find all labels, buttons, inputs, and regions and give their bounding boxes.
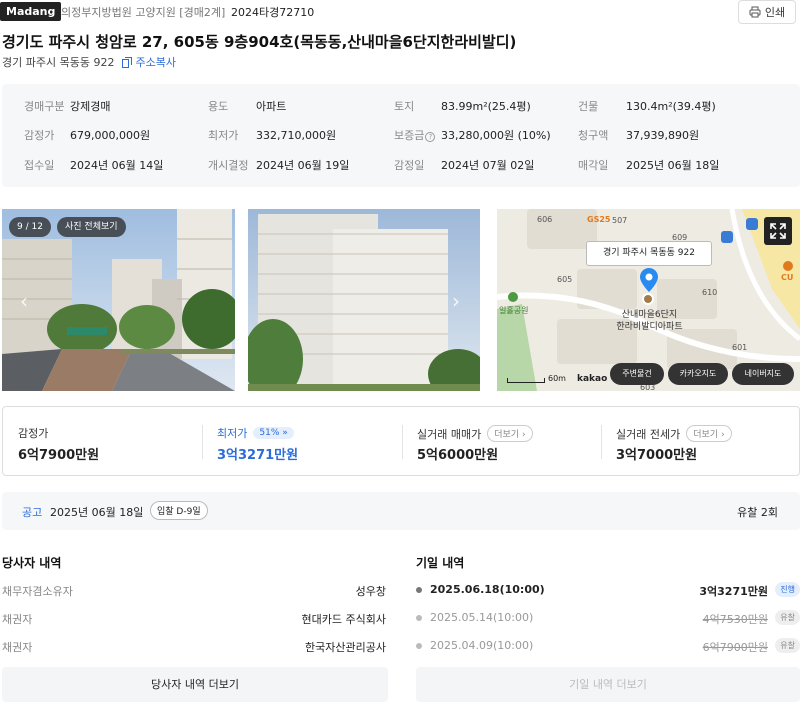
fail-count: 유찰 2회 [737, 506, 778, 519]
help-icon[interactable]: ? [425, 132, 436, 142]
minimum-price: 최저가 51% » 3억3271만원 [217, 427, 299, 463]
auction-info-grid: 경매구분 강제경매 용도 아파트 토지 83.99m²(25.4평) 건물 130.4m… [2, 84, 800, 187]
bus-stop-icon [746, 218, 758, 230]
dday-badge: 입찰 D-9일 [150, 501, 208, 520]
sub-address: 경기 파주시 목동동 922 [2, 56, 115, 69]
status-dot [416, 615, 422, 621]
map-label: 601 [732, 343, 748, 352]
double-chevron-down-icon: » [282, 428, 288, 438]
map-label: 507 [612, 216, 628, 225]
sale-price: 실거래 매매가 더보기 › 5억6000만원 [403, 407, 602, 475]
logo[interactable]: Madang [0, 2, 62, 21]
view-all-photos-button[interactable]: 사진 전체보기 [57, 217, 126, 237]
info-cell: 청구액 37,939,890원 [578, 129, 700, 142]
map-label: 606 [537, 215, 553, 224]
info-cell: 경매구분 강제경매 [24, 100, 111, 113]
print-label: 인쇄 [764, 6, 786, 19]
info-cell: 용도 아파트 [208, 100, 287, 113]
next-photo-icon[interactable]: › [452, 289, 460, 313]
map-label: CU [781, 273, 794, 282]
table-row: 채권자 현대카드 주식회사 [2, 613, 386, 626]
kakao-map-button[interactable]: 카카오지도 [668, 363, 728, 385]
info-cell: 매각일 2025년 06월 18일 [578, 159, 720, 172]
info-cell: 개시결정 2024년 06월 19일 [208, 159, 350, 172]
apartment-marker-icon [642, 293, 654, 305]
status-dot [416, 643, 422, 649]
kakao-logo: kakao [577, 374, 608, 384]
parties-title: 당사자 내역 [2, 556, 62, 570]
copy-address-button[interactable]: 주소복사 [122, 54, 176, 70]
property-photo-2[interactable]: › [248, 209, 480, 391]
print-button[interactable]: 인쇄 [738, 0, 796, 24]
list-item: 2025.06.18(10:00) 3억3271만원 진행 [416, 582, 800, 603]
map-label: 610 [702, 288, 718, 297]
table-row: 채무자겸소유자 성우창 [2, 585, 386, 598]
notice-bar: 공고 2025년 06월 18일 입찰 D-9일 유찰 2회 [2, 492, 800, 530]
page-title: 경기도 파주시 청암로 27, 605동 9층904호(목동동,산내마을6단지한… [2, 33, 517, 51]
info-cell: 접수일 2024년 06월 14일 [24, 159, 164, 172]
map-label: 605 [557, 275, 573, 284]
table-row: 채권자 한국자산관리공사 [2, 641, 386, 654]
top-bar: Madang 의정부지방법원 고양지원 [경매2계] 2024타경72710 인… [0, 0, 802, 24]
info-cell: 감정일 2024년 07월 02일 [394, 159, 535, 172]
list-item: 2025.04.09(10:00) 6억7900만원 유찰 [416, 638, 800, 659]
photo-counter: 9 / 12 [9, 217, 51, 237]
notice-date: 2025년 06월 18일 [50, 506, 144, 519]
map-address-callout: 경기 파주시 목동동 922 [586, 241, 712, 266]
status-badge: 유찰 [775, 610, 800, 625]
map-label: 일홀공원 [499, 306, 529, 315]
printer-icon [749, 6, 761, 18]
list-item: 2025.05.14(10:00) 4억7530만원 유찰 [416, 610, 800, 631]
jeonse-price: 실거래 전세가 더보기 › 3억7000만원 [602, 407, 799, 475]
chevron-right-icon: › [521, 430, 526, 440]
jeonse-more-button[interactable]: 더보기 › [686, 425, 732, 442]
sale-more-button[interactable]: 더보기 › [487, 425, 533, 442]
park-icon [508, 292, 518, 302]
status-badge: 유찰 [775, 638, 800, 653]
parties-more-button[interactable]: 당사자 내역 더보기 [2, 667, 388, 702]
naver-map-button[interactable]: 네이버지도 [732, 363, 794, 385]
nearby-listings-button[interactable]: 주변물건 [610, 363, 664, 385]
info-cell: 최저가 332,710,000원 [208, 129, 337, 142]
chevron-right-icon: › [720, 430, 725, 440]
status-badge: 진행 [775, 582, 800, 597]
history-more-button[interactable]: 기일 내역 더보기 [416, 667, 800, 702]
price-summary: 감정가 6억7900만원 최저가 51% » 3억3271만원 실거래 매매가 … [2, 406, 800, 476]
copy-icon [122, 56, 133, 68]
info-cell: 보증금? 33,280,000원 (10%) [394, 129, 551, 142]
photo-2-image [248, 209, 480, 391]
copy-address-label: 주소복사 [135, 56, 176, 69]
sub-address-row: 경기 파주시 목동동 922 주소복사 [2, 54, 176, 70]
map-label: GS25 [587, 215, 611, 224]
info-cell: 토지 83.99m²(25.4평) [394, 100, 531, 113]
info-cell: 감정가 679,000,000원 [24, 129, 151, 142]
info-cell: 건물 130.4m²(39.4평) [578, 100, 716, 113]
property-photo-1[interactable]: 9 / 12 사진 전체보기 ‹ [2, 209, 235, 391]
history-title: 기일 내역 [416, 556, 465, 570]
map-expand-button[interactable] [764, 217, 792, 245]
location-map[interactable]: 606 GS25 507 609 605 610 601 603 CU 일홀공원… [497, 209, 800, 391]
notice-label: 공고 [22, 506, 43, 519]
case-number: 2024타경72710 [231, 6, 315, 19]
court-name: 의정부지방법원 고양지원 [경매2계] [61, 6, 226, 19]
status-dot [416, 587, 422, 593]
discount-badge: 51% » [253, 427, 294, 439]
cu-icon [783, 261, 793, 271]
prev-photo-icon[interactable]: ‹ [20, 289, 28, 313]
location-pin-icon [640, 268, 658, 292]
appraisal-price: 감정가 6억7900만원 [18, 427, 100, 463]
expand-icon [770, 223, 786, 239]
map-scale: 60m [507, 374, 566, 383]
map-place-name: 산내마을6단지 한라비발디아파트 [616, 310, 683, 332]
bus-stop-icon [721, 231, 733, 243]
